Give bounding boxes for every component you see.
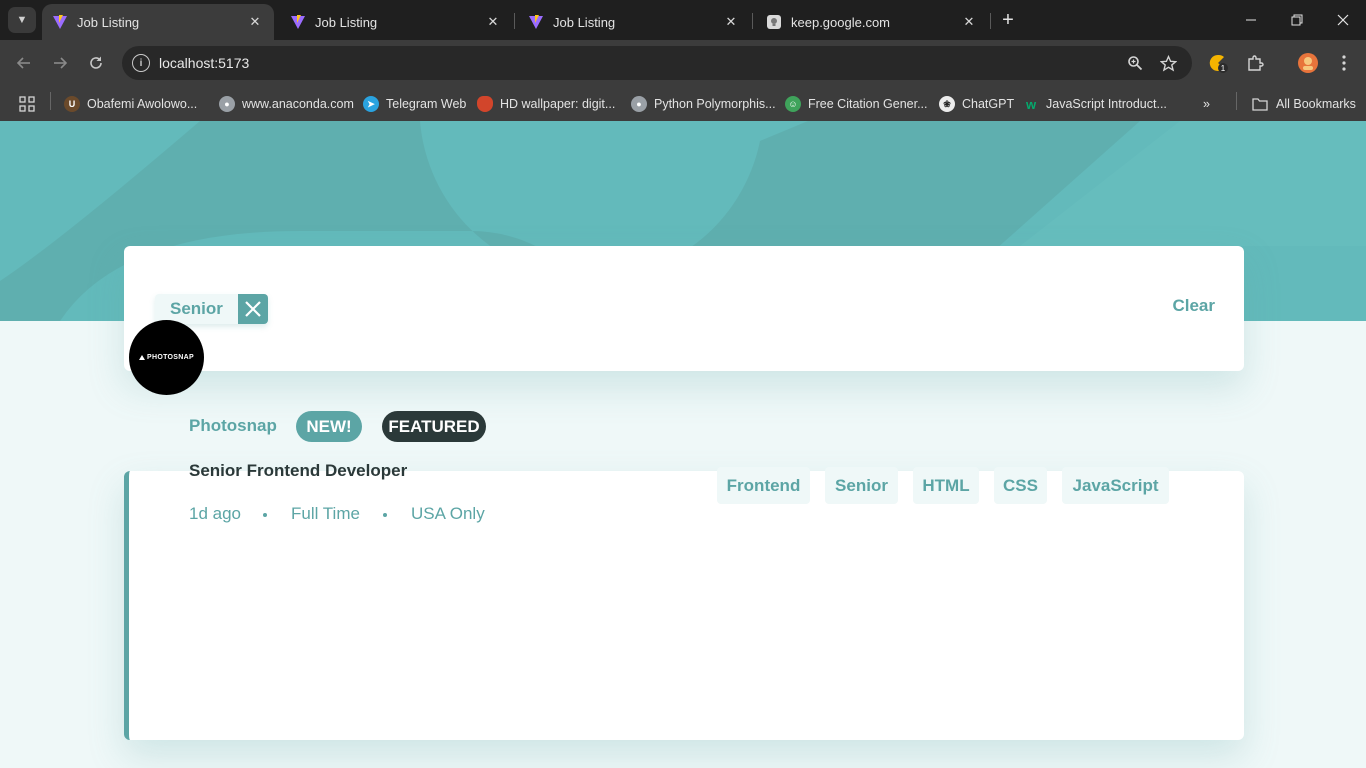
remove-filter-close-icon[interactable]: [237, 294, 268, 324]
extension-pacman-icon[interactable]: 1: [1206, 51, 1230, 75]
bookmarks-separator: [1236, 92, 1237, 110]
url-text[interactable]: localhost:5173: [159, 55, 249, 71]
tab-close-icon[interactable]: ✕: [960, 13, 978, 31]
clear-filters-button[interactable]: Clear: [1172, 296, 1215, 316]
bookmark-javascript-intro[interactable]: w JavaScript Introduct...: [1023, 92, 1167, 116]
forward-arrow-icon[interactable]: [47, 50, 73, 76]
site-info-icon[interactable]: i: [132, 54, 150, 72]
back-arrow-icon[interactable]: [11, 50, 37, 76]
tag-senior[interactable]: Senior: [825, 467, 898, 504]
all-bookmarks-folder[interactable]: All Bookmarks: [1252, 92, 1356, 116]
extension-badge: 1: [1221, 64, 1226, 73]
w3schools-icon: w: [1025, 96, 1037, 112]
meta-separator-dot: [263, 513, 267, 517]
company-logo: PHOTOSNAP: [129, 320, 204, 395]
close-window-icon[interactable]: [1320, 0, 1366, 40]
bookmark-star-icon[interactable]: [1158, 53, 1178, 73]
reload-icon[interactable]: [83, 50, 109, 76]
restore-icon[interactable]: [1274, 0, 1320, 40]
browser-toolbar: i localhost:5173 1: [0, 40, 1366, 86]
tab-keep-google[interactable]: keep.google.com ✕: [756, 4, 988, 40]
vite-favicon-icon: [529, 15, 543, 29]
tab-close-icon[interactable]: ✕: [246, 13, 264, 31]
globe-icon: ●: [219, 96, 235, 112]
folder-icon: [1252, 98, 1268, 111]
vite-favicon-icon: [53, 15, 67, 29]
extensions-puzzle-icon[interactable]: [1243, 51, 1267, 75]
tab-separator: [990, 13, 991, 29]
keep-favicon-icon: [767, 15, 781, 29]
featured-badge: FEATURED: [382, 411, 486, 442]
tab-job-listing-3[interactable]: Job Listing ✕: [518, 4, 750, 40]
browser-tabstrip: ▼ Job Listing ✕ Job Listing ✕ Job Listin…: [0, 0, 1366, 40]
contract-type: Full Time: [291, 504, 360, 523]
bookmark-telegram[interactable]: ➤ Telegram Web: [363, 92, 466, 116]
posted-at: 1d ago: [189, 504, 241, 523]
browser-menu-kebab-icon[interactable]: [1332, 51, 1356, 75]
bookmark-python-polymorphism[interactable]: ● Python Polymorphis...: [631, 92, 776, 116]
vite-favicon-icon: [291, 15, 305, 29]
bookmark-chatgpt[interactable]: ❀ ChatGPT: [939, 92, 1014, 116]
telegram-icon: ➤: [363, 96, 379, 112]
tag-html[interactable]: HTML: [913, 467, 979, 504]
address-bar[interactable]: i localhost:5173: [122, 46, 1192, 80]
job-position-title[interactable]: Senior Frontend Developer: [189, 461, 407, 481]
tab-separator: [514, 13, 515, 29]
bookmarks-separator: [50, 92, 51, 110]
filter-bar: Senior Clear: [124, 246, 1244, 371]
university-crest-icon: U: [64, 96, 80, 112]
tab-job-listing-2[interactable]: Job Listing ✕: [280, 4, 512, 40]
flame-icon: [477, 96, 493, 112]
tab-separator: [752, 13, 753, 29]
logo-triangle-icon: [139, 355, 146, 360]
bookmark-anaconda[interactable]: ● www.anaconda.com: [219, 92, 354, 116]
chatgpt-icon: ❀: [939, 96, 955, 112]
tab-search-chevron-icon[interactable]: ▼: [8, 7, 36, 33]
more-bookmarks-chevron-icon[interactable]: »: [1203, 92, 1210, 116]
tab-job-listing-1[interactable]: Job Listing ✕: [42, 4, 274, 40]
tab-close-icon[interactable]: ✕: [484, 13, 502, 31]
bookmarks-bar: U Obafemi Awolowo... ● www.anaconda.com …: [0, 86, 1366, 121]
profile-avatar[interactable]: [1296, 51, 1320, 75]
tag-css[interactable]: CSS: [994, 467, 1047, 504]
citation-robot-icon: ☺: [785, 96, 801, 112]
company-name: Photosnap: [189, 416, 277, 435]
job-location: USA Only: [411, 504, 485, 523]
bookmark-obafemi[interactable]: U Obafemi Awolowo...: [64, 92, 197, 116]
bookmark-hd-wallpaper[interactable]: HD wallpaper: digit...: [477, 92, 615, 116]
new-badge: NEW!: [296, 411, 362, 442]
tag-frontend[interactable]: Frontend: [717, 467, 810, 504]
minimize-icon[interactable]: [1228, 0, 1274, 40]
globe-icon: ●: [631, 96, 647, 112]
apps-grid-icon[interactable]: [19, 92, 35, 116]
new-tab-plus-icon[interactable]: +: [996, 8, 1020, 32]
meta-separator-dot: [383, 513, 387, 517]
tab-close-icon[interactable]: ✕: [722, 13, 740, 31]
zoom-icon[interactable]: [1125, 53, 1145, 73]
bookmark-free-citation[interactable]: ☺ Free Citation Gener...: [785, 92, 928, 116]
tag-javascript[interactable]: JavaScript: [1062, 467, 1169, 504]
page-viewport: Senior Clear: [0, 121, 1366, 768]
